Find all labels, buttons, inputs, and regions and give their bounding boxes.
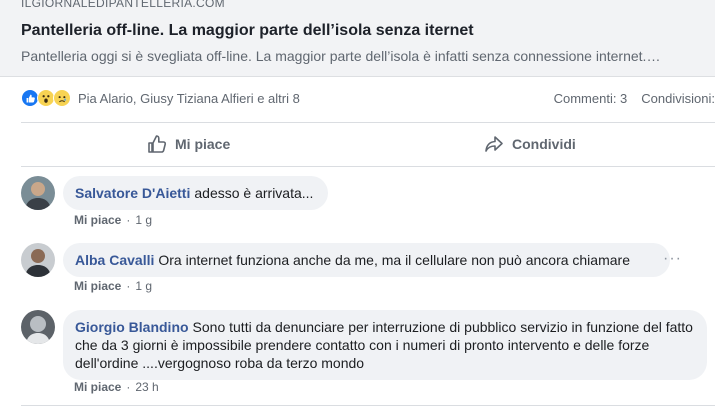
comment-like-link[interactable]: Mi piace — [74, 213, 121, 227]
engagement-counts: Commenti: 3 Condivisioni: — [540, 91, 715, 106]
link-description: Pantelleria oggi si è svegliata off-line… — [21, 48, 661, 64]
sad-icon — [53, 89, 71, 107]
comment-bubble: Salvatore D'Aietti adesso è arrivata... — [63, 176, 328, 210]
action-bar: Mi piace Condividi — [21, 125, 715, 163]
share-arrow-icon — [485, 136, 503, 152]
comment-meta: Mi piace · 1 g — [74, 213, 153, 227]
like-button-label: Mi piace — [175, 136, 231, 152]
reactor-names[interactable]: Pia Alario, Giusy Tiziana Alfieri e altr… — [78, 91, 300, 106]
avatar[interactable] — [21, 310, 55, 344]
comment-meta: Mi piace · 1 g — [74, 279, 153, 293]
comment-text: adesso è arrivata... — [194, 185, 314, 201]
comment-bubble: Alba Cavalli Ora internet funziona anche … — [63, 243, 670, 277]
avatar[interactable] — [21, 176, 55, 210]
comment-author[interactable]: Giorgio Blandino — [75, 319, 189, 335]
comment-text: Ora internet funziona anche da me, ma il… — [158, 252, 630, 268]
comment-author[interactable]: Alba Cavalli — [75, 252, 154, 268]
link-preview[interactable]: ILGIORNALEDIPANTELLERIA.COM Pantelleria … — [0, 0, 715, 77]
reactions-bar: Pia Alario, Giusy Tiziana Alfieri e altr… — [21, 86, 715, 114]
divider — [21, 405, 715, 406]
like-button[interactable]: Mi piace — [147, 125, 230, 163]
link-domain: ILGIORNALEDIPANTELLERIA.COM — [21, 0, 225, 10]
comment-like-link[interactable]: Mi piace — [74, 380, 121, 394]
divider — [21, 166, 715, 167]
shares-count[interactable]: Condivisioni: — [641, 91, 715, 106]
avatar[interactable] — [21, 243, 55, 277]
thumbs-up-icon — [148, 135, 167, 153]
comment-time[interactable]: 23 h — [135, 380, 158, 394]
comment-time[interactable]: 1 g — [135, 279, 152, 293]
comment-meta: Mi piace · 23 h — [74, 380, 159, 394]
comment-like-link[interactable]: Mi piace — [74, 279, 121, 293]
link-title[interactable]: Pantelleria off-line. La maggior parte d… — [21, 22, 474, 40]
divider — [21, 122, 715, 123]
comment-bubble: Giorgio Blandino Sono tutti da denunciare… — [63, 310, 707, 380]
share-button[interactable]: Condividi — [484, 125, 576, 163]
more-options-icon[interactable]: ··· — [663, 250, 682, 268]
share-button-label: Condividi — [512, 136, 576, 152]
comments-count[interactable]: Commenti: 3 — [554, 91, 628, 106]
reaction-icons[interactable] — [21, 89, 71, 107]
comment-time[interactable]: 1 g — [135, 213, 152, 227]
comment-author[interactable]: Salvatore D'Aietti — [75, 185, 190, 201]
